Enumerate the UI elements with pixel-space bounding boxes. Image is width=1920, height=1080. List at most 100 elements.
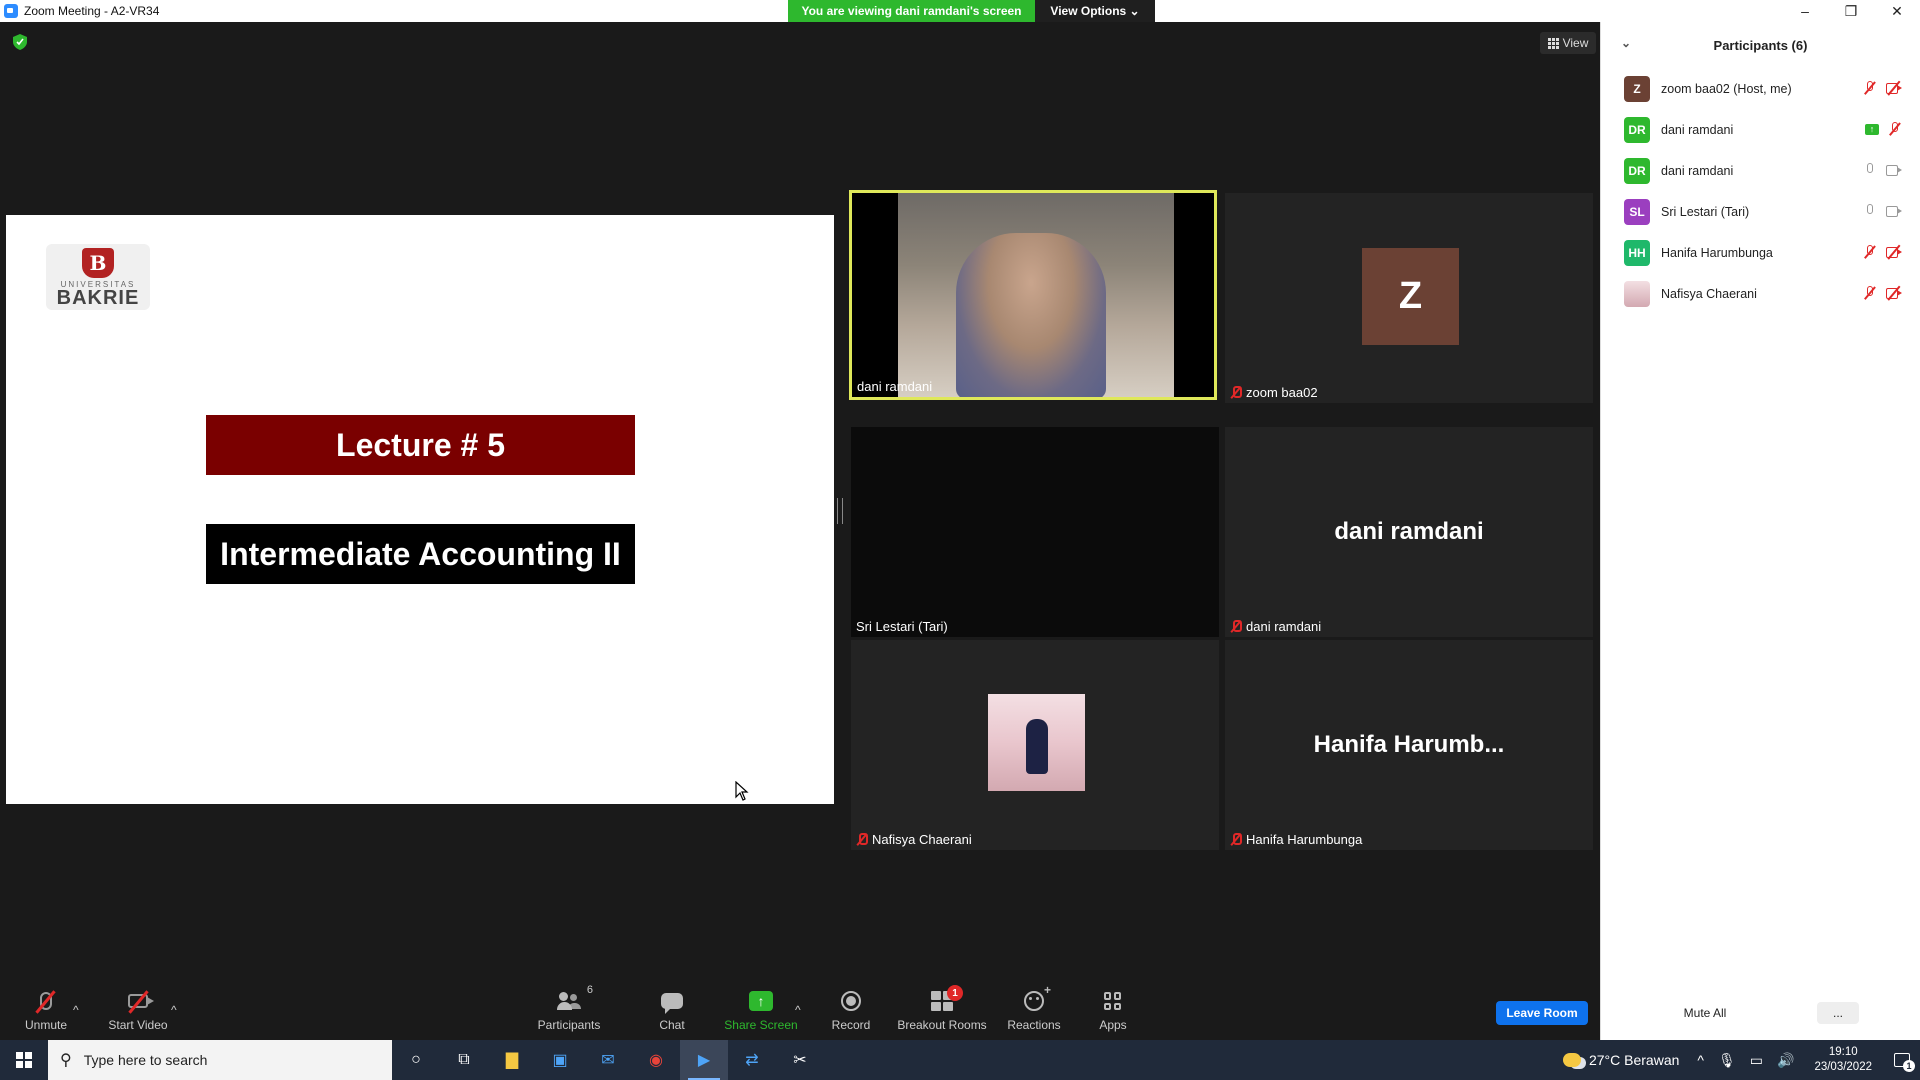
muted-mic-icon xyxy=(1863,286,1877,300)
volume-icon[interactable]: 🔊 xyxy=(1777,1052,1794,1069)
close-button[interactable]: ✕ xyxy=(1874,0,1920,22)
task-view-icon[interactable]: ⧉ xyxy=(440,1040,488,1080)
muted-mic-icon xyxy=(1863,81,1877,95)
video-tile[interactable]: dani ramdani dani ramdani xyxy=(1225,427,1593,637)
search-placeholder: Type here to search xyxy=(83,1052,208,1068)
reactions-button[interactable]: Reactions xyxy=(1007,980,1061,1040)
weather-widget[interactable]: 27°C Berawan xyxy=(1562,1052,1680,1068)
system-tray: 27°C Berawan ^ 🎙 ▭ 🔊 19:10 23/03/2022 1 xyxy=(1562,1040,1920,1080)
video-options-caret[interactable]: ^ xyxy=(171,980,177,1040)
slide-course-title: Intermediate Accounting II xyxy=(206,524,635,584)
file-explorer-icon[interactable]: ▇ xyxy=(488,1040,536,1080)
avatar: HH xyxy=(1624,239,1650,266)
clock[interactable]: 19:10 23/03/2022 xyxy=(1814,1045,1872,1075)
participant-row[interactable]: SL Sri Lestari (Tari) xyxy=(1601,191,1920,232)
view-options-button[interactable]: View Options ⌄ xyxy=(1035,0,1155,22)
share-screen-button[interactable]: ↑ Share Screen xyxy=(724,980,798,1040)
logo-emblem: B xyxy=(82,248,114,278)
record-icon xyxy=(841,991,861,1011)
mute-all-button[interactable]: Mute All xyxy=(1675,1002,1735,1024)
meeting-toolbar: Unmute ^ Start Video ^ 6 Participants Ch… xyxy=(0,980,1600,1040)
participant-row[interactable]: DR dani ramdani ↑ xyxy=(1601,109,1920,150)
view-layout-button[interactable]: View xyxy=(1540,32,1596,54)
participants-panel: ⌄ Participants (6) Z zoom baa02 (Host, m… xyxy=(1600,22,1920,1040)
viewing-indicator: You are viewing dani ramdani's screen xyxy=(788,0,1035,22)
tile-name-label: Nafisya Chaerani xyxy=(856,832,972,847)
start-button[interactable] xyxy=(0,1040,48,1080)
tile-name-label: dani ramdani xyxy=(857,379,933,394)
zoom-app: Zoom Meeting - A2-VR34 – ❐ ✕ You are vie… xyxy=(0,0,1920,1080)
muted-mic-icon xyxy=(1863,245,1877,259)
chat-button[interactable]: Chat xyxy=(652,980,692,1040)
tile-big-name: Hanifa Harumb... xyxy=(1313,731,1505,758)
participant-row[interactable]: Z zoom baa02 (Host, me) xyxy=(1601,68,1920,109)
more-options-button[interactable]: ... xyxy=(1817,1002,1859,1024)
share-screen-icon: ↑ xyxy=(749,991,773,1011)
tile-name-label: Hanifa Harumbunga xyxy=(1230,832,1362,847)
video-tile[interactable]: Sri Lestari (Tari) xyxy=(851,427,1219,637)
avatar: Z xyxy=(1624,75,1650,102)
window-title: Zoom Meeting - A2-VR34 xyxy=(24,4,160,18)
panel-splitter[interactable] xyxy=(837,498,843,524)
tray-overflow-caret[interactable]: ^ xyxy=(1697,1052,1704,1068)
slide-lecture-title: Lecture # 5 xyxy=(206,415,635,475)
audio-options-caret[interactable]: ^ xyxy=(73,980,79,1040)
zoom-taskbar-icon[interactable]: ▶ xyxy=(680,1040,728,1080)
mic-icon xyxy=(1863,163,1877,177)
apps-button[interactable]: Apps xyxy=(1098,980,1128,1040)
breakout-badge: 1 xyxy=(947,985,963,1001)
participants-header: ⌄ Participants (6) xyxy=(1601,22,1920,68)
weather-text: 27°C Berawan xyxy=(1588,1052,1680,1068)
participant-row[interactable]: HH Hanifa Harumbunga xyxy=(1601,232,1920,273)
notification-center-button[interactable]: 1 xyxy=(1884,1040,1920,1080)
video-icon xyxy=(1886,205,1902,217)
cortana-icon[interactable]: ○ xyxy=(392,1040,440,1080)
muted-mic-icon xyxy=(1888,122,1902,136)
chrome-icon[interactable]: ◉ xyxy=(632,1040,680,1080)
participants-button[interactable]: 6 Participants xyxy=(534,980,604,1040)
participant-name: Sri Lestari (Tari) xyxy=(1661,204,1750,219)
video-off-icon xyxy=(1886,285,1902,301)
logo-name-text: BAKRIE xyxy=(56,287,140,309)
muted-mic-icon xyxy=(1230,386,1242,399)
collapse-chevron-icon[interactable]: ⌄ xyxy=(1621,36,1631,50)
share-options-caret[interactable]: ^ xyxy=(795,980,801,1040)
zoom-logo-icon xyxy=(4,4,18,18)
mouse-cursor-icon xyxy=(735,781,749,801)
video-tile[interactable]: Hanifa Harumb... Hanifa Harumbunga xyxy=(1225,640,1593,850)
participant-name: zoom baa02 (Host, me) xyxy=(1661,81,1792,96)
avatar: SL xyxy=(1624,198,1650,225)
mail-icon[interactable]: ✉ xyxy=(584,1040,632,1080)
participant-row[interactable]: DR dani ramdani xyxy=(1601,150,1920,191)
video-tile-active-speaker[interactable]: dani ramdani xyxy=(849,190,1217,400)
leave-room-button[interactable]: Leave Room xyxy=(1496,1001,1588,1025)
clock-date: 23/03/2022 xyxy=(1814,1061,1872,1073)
participant-row[interactable]: Nafisya Chaerani xyxy=(1601,273,1920,314)
search-icon: ⚲ xyxy=(60,1052,72,1069)
minimize-button[interactable]: – xyxy=(1782,0,1828,22)
windows-logo-icon xyxy=(16,1052,32,1068)
grid-icon xyxy=(1547,38,1559,49)
snipping-tool-icon[interactable]: ✂ xyxy=(776,1040,824,1080)
video-tile[interactable]: Nafisya Chaerani xyxy=(851,640,1219,850)
avatar: DR xyxy=(1624,116,1650,143)
network-icon[interactable]: ▭ xyxy=(1750,1052,1763,1069)
video-off-icon xyxy=(1886,80,1902,96)
video-tile[interactable]: Z zoom baa02 xyxy=(1225,193,1593,403)
screen-share-banner: You are viewing dani ramdani's screen Vi… xyxy=(788,0,1155,22)
breakout-rooms-button[interactable]: 1 Breakout Rooms xyxy=(897,980,987,1040)
avatar xyxy=(1624,280,1650,307)
mic-icon xyxy=(1863,204,1877,218)
window-controls: – ❐ ✕ xyxy=(1782,0,1920,22)
microphone-icon[interactable]: 🎙 xyxy=(1718,1052,1736,1069)
taskbar-search-input[interactable]: ⚲ Type here to search xyxy=(48,1040,392,1080)
sharing-screen-icon: ↑ xyxy=(1865,123,1879,135)
view-label: View xyxy=(1562,36,1589,50)
start-video-button[interactable]: Start Video xyxy=(104,980,172,1040)
record-button[interactable]: Record xyxy=(828,980,874,1040)
security-shield-icon[interactable] xyxy=(13,34,27,50)
teamviewer-icon[interactable]: ⇄ xyxy=(728,1040,776,1080)
restore-button[interactable]: ❐ xyxy=(1828,0,1874,22)
unmute-button[interactable]: Unmute xyxy=(20,980,72,1040)
store-icon[interactable]: ▣ xyxy=(536,1040,584,1080)
